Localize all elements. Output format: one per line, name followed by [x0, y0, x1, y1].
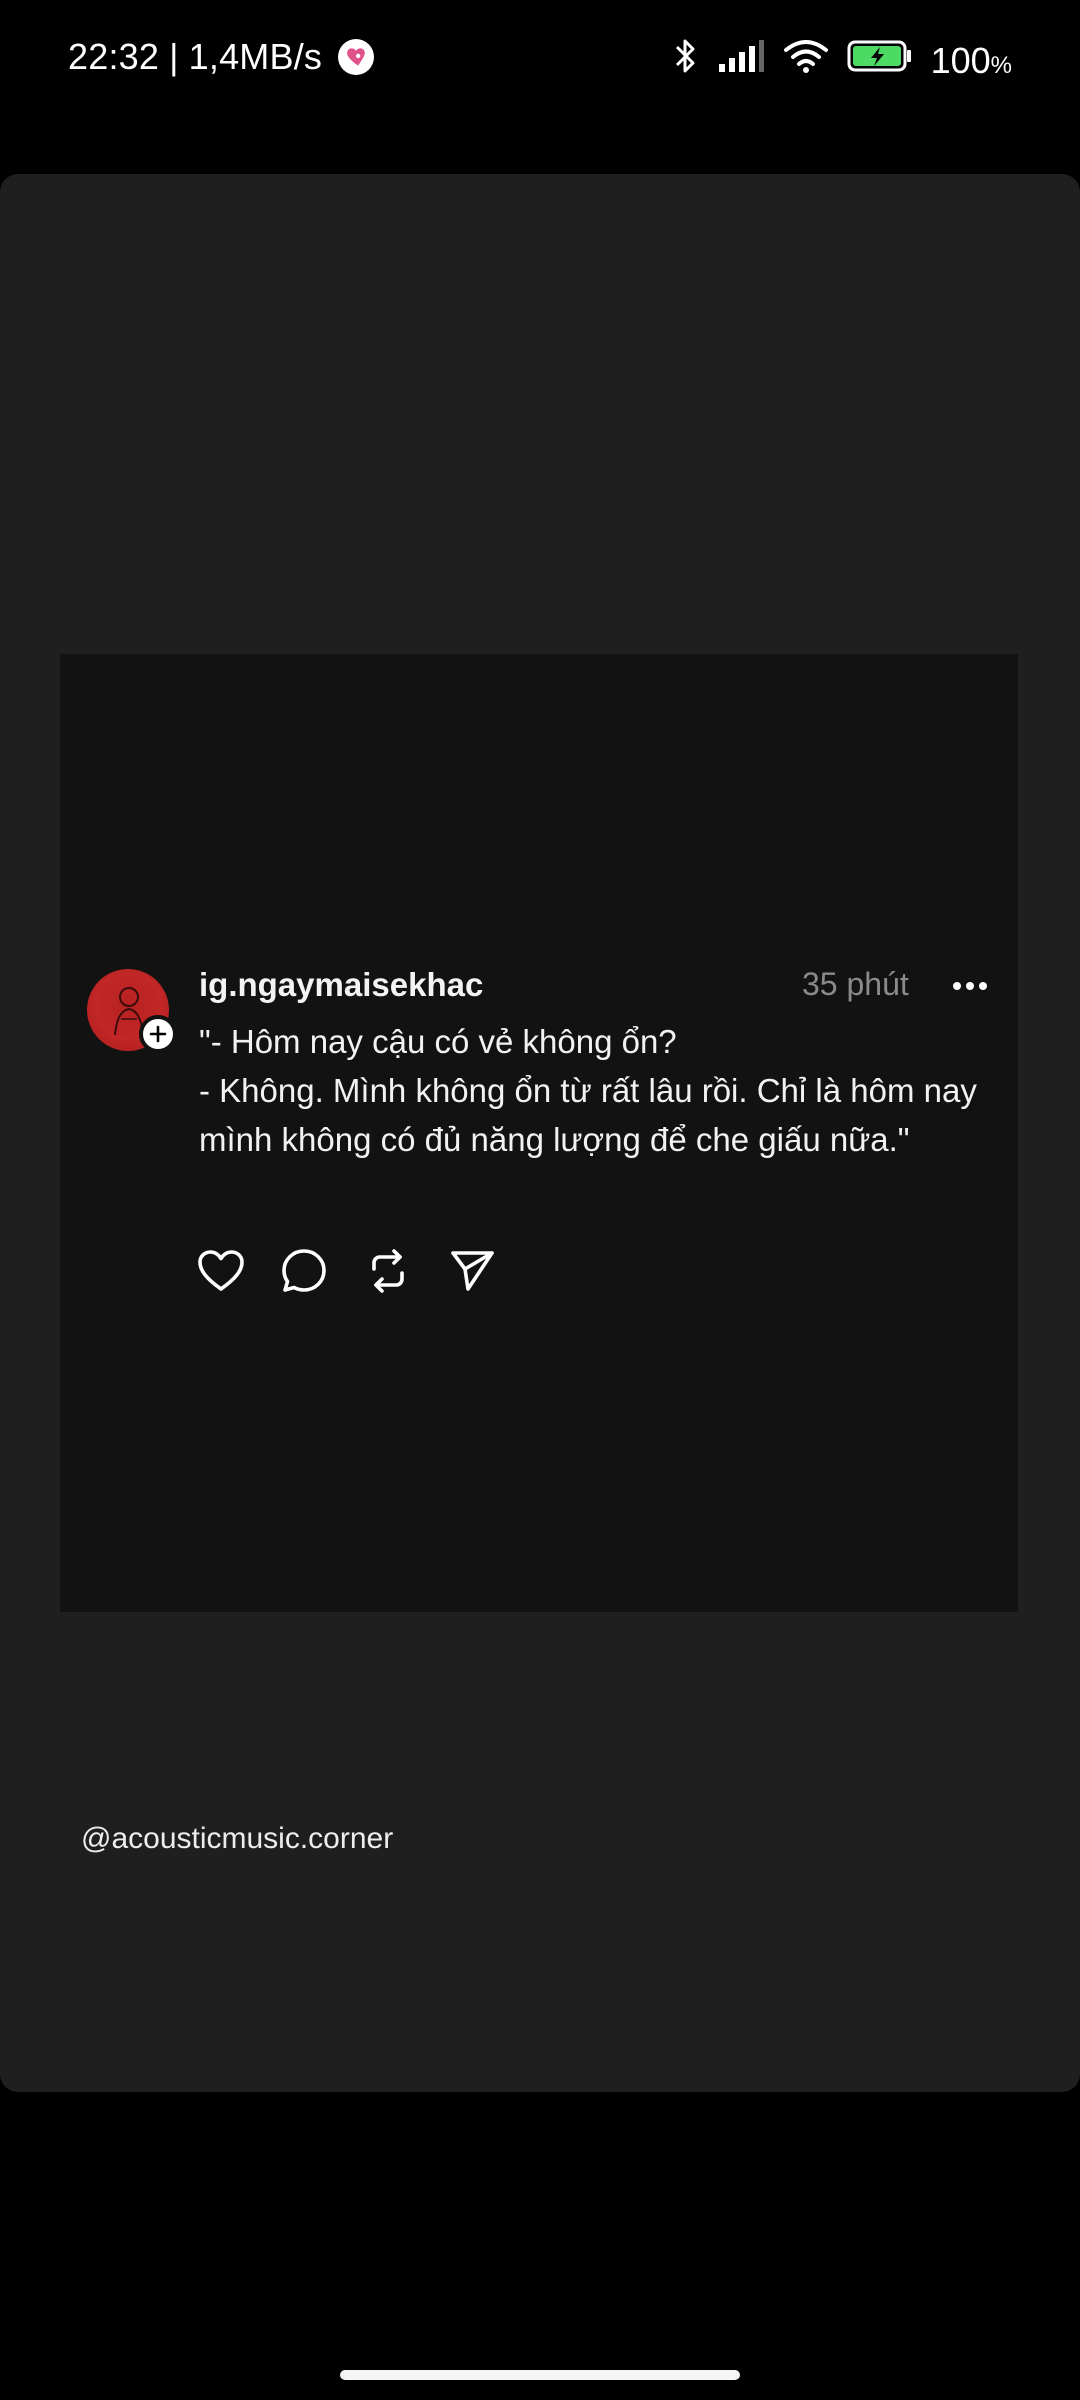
post-line-2: - Không. Mình không ổn từ rất lâu rồi. C… [199, 1072, 977, 1158]
status-right: 100% [673, 36, 1012, 85]
story-sheet: ig.ngaymaisekhac 35 phút "- Hôm nay cậu … [0, 174, 1080, 2092]
signal-icon [717, 38, 765, 83]
more-options-icon[interactable] [950, 974, 990, 998]
heart-icon[interactable] [197, 1247, 245, 1295]
bluetooth-icon [673, 36, 699, 85]
share-icon[interactable] [448, 1247, 496, 1295]
status-bar: 22:32 | 1,4MB/s 100% [0, 0, 1080, 120]
heart-badge-icon [338, 39, 375, 75]
clock: 22:32 [68, 36, 160, 77]
battery-percent-value: 100 [930, 39, 991, 81]
avatar-wrap[interactable] [87, 969, 177, 1053]
status-separator: | [169, 36, 179, 77]
wifi-icon [783, 38, 829, 83]
repost-icon[interactable] [364, 1247, 412, 1295]
post-time: 35 phút [802, 966, 909, 1002]
battery-percent-unit: % [990, 51, 1012, 79]
post-card[interactable]: ig.ngaymaisekhac 35 phút "- Hôm nay cậu … [60, 654, 1018, 1612]
watermark-handle: @acousticmusic.corner [81, 1822, 394, 1855]
network-speed: 1,4MB/s [188, 36, 323, 77]
comment-icon[interactable] [280, 1247, 328, 1295]
status-left: 22:32 | 1,4MB/s [68, 36, 375, 78]
follow-plus-icon[interactable] [139, 1015, 177, 1053]
battery-percent: 100% [931, 40, 1012, 82]
battery-charging-icon [847, 39, 913, 82]
post-line-1: "- Hôm nay cậu có vẻ không ổn? [199, 1023, 677, 1060]
home-indicator[interactable] [340, 2370, 740, 2380]
post-username[interactable]: ig.ngaymaisekhac [199, 966, 483, 1004]
post-text: "- Hôm nay cậu có vẻ không ổn? - Không. … [199, 1017, 989, 1164]
